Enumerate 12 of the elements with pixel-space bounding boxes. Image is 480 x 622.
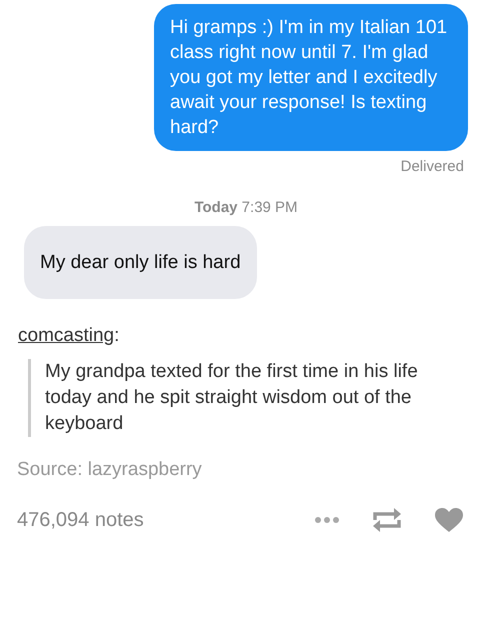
received-message-bubble: My dear only life is hard — [24, 226, 257, 299]
source-link[interactable]: Source: lazyraspberry — [17, 459, 480, 481]
heart-icon[interactable] — [434, 507, 464, 533]
quoted-text: My grandpa texted for the first time in his life today and he spit straight wisdom out of the keyboard — [28, 359, 460, 437]
notes-count[interactable]: 476,094 notes — [17, 508, 144, 532]
sent-message-bubble: Hi gramps :) I'm in my Italian 101 class right now until 7. I'm glad you got my letter and I excitedly await your response! Is texting hard? — [154, 4, 468, 151]
author-link[interactable]: comcasting — [18, 325, 114, 346]
message-timestamp: Today 7:39 PM — [194, 199, 298, 216]
reblog-icon[interactable] — [372, 507, 402, 533]
author-colon: : — [114, 325, 120, 346]
more-icon[interactable] — [314, 516, 340, 524]
delivery-status: Delivered — [400, 158, 464, 175]
